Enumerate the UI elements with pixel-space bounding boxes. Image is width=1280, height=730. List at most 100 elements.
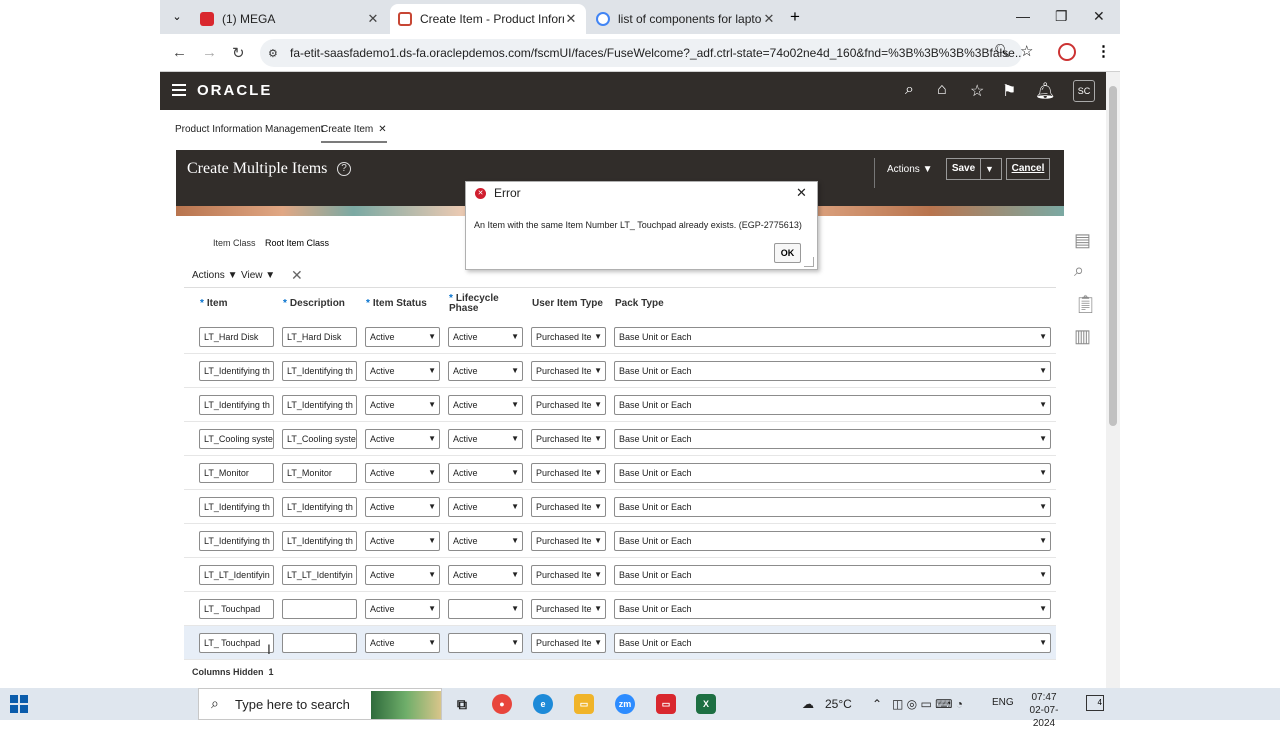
description-field[interactable]: LT_Cooling syste bbox=[282, 429, 357, 449]
pack-type-select[interactable]: Base Unit or Each bbox=[614, 497, 1051, 517]
item-status-select[interactable]: Active bbox=[365, 531, 440, 551]
user-item-type-select[interactable]: Purchased Ite bbox=[531, 395, 606, 415]
close-icon[interactable]: ✕ bbox=[366, 11, 380, 27]
item-field[interactable]: LT_LT_Identifyin bbox=[199, 565, 274, 585]
pack-type-select[interactable]: Base Unit or Each bbox=[614, 429, 1051, 449]
save-button[interactable]: Save ▼ bbox=[946, 158, 1002, 180]
table-row[interactable]: LT_LT_Identifyin LT_LT_Identifyin Active Ac… bbox=[184, 558, 1056, 592]
tab-mega[interactable]: (1) MEGA ✕ bbox=[192, 4, 388, 34]
item-status-select[interactable]: Active bbox=[365, 361, 440, 381]
user-item-type-select[interactable]: Purchased Ite bbox=[531, 531, 606, 551]
header-pack-type[interactable]: Pack Type bbox=[615, 299, 664, 309]
description-field[interactable] bbox=[282, 599, 357, 619]
hamburger-menu-icon[interactable] bbox=[172, 84, 186, 96]
item-field[interactable]: LT_Monitor bbox=[199, 463, 274, 483]
table-row[interactable]: LT_Identifying th LT_Identifying th Active… bbox=[184, 524, 1056, 558]
table-row[interactable]: LT_Identifying th LT_Identifying th Active… bbox=[184, 388, 1056, 422]
document-icon[interactable]: ▤ bbox=[1074, 230, 1091, 251]
item-status-select[interactable]: Active bbox=[365, 429, 440, 449]
excel-icon[interactable]: X bbox=[696, 694, 716, 714]
pack-type-select[interactable]: Base Unit or Each bbox=[614, 361, 1051, 381]
description-field[interactable]: LT_LT_Identifyin bbox=[282, 565, 357, 585]
item-field[interactable]: LT_Identifying th bbox=[199, 395, 274, 415]
pack-type-select[interactable]: Base Unit or Each bbox=[614, 565, 1051, 585]
crumb-pim[interactable]: Product Information Management bbox=[175, 124, 323, 135]
recorder-icon[interactable]: ▭ bbox=[656, 694, 676, 714]
table-row[interactable]: LT_ Touchpad Active Purchased Ite Base Unit… bbox=[184, 626, 1056, 660]
user-item-type-select[interactable]: Purchased Ite bbox=[531, 429, 606, 449]
user-item-type-select[interactable]: Purchased Ite bbox=[531, 497, 606, 517]
pack-type-select[interactable]: Base Unit or Each bbox=[614, 633, 1051, 653]
actions-menu-button[interactable]: Actions ▼ bbox=[887, 164, 932, 175]
window-close-icon[interactable]: ✕ bbox=[1093, 8, 1105, 25]
reload-icon[interactable]: ↻ bbox=[232, 44, 245, 62]
lifecycle-phase-select[interactable]: Active bbox=[448, 497, 523, 517]
scrollbar-thumb[interactable] bbox=[1109, 86, 1117, 426]
item-field[interactable]: LT_Identifying th bbox=[199, 531, 274, 551]
language[interactable]: ENG bbox=[992, 697, 1014, 708]
user-item-type-select[interactable]: Purchased Ite bbox=[531, 633, 606, 653]
close-icon[interactable]: ✕ bbox=[564, 11, 578, 27]
item-status-select[interactable]: Active bbox=[365, 599, 440, 619]
user-item-type-select[interactable]: Purchased Ite bbox=[531, 463, 606, 483]
tab-google[interactable]: list of components for laptop - ✕ bbox=[588, 4, 784, 34]
scrollbar[interactable] bbox=[1106, 72, 1120, 688]
header-description[interactable]: * Description bbox=[283, 299, 345, 309]
task-view-icon[interactable]: ⧉ bbox=[452, 694, 472, 714]
tab-create-item[interactable]: Create Item - Product Informati ✕ bbox=[390, 4, 586, 34]
zoom-app-icon[interactable]: zm bbox=[615, 694, 635, 714]
tab-search-icon[interactable]: ⌄ bbox=[168, 8, 186, 26]
description-field[interactable]: LT_Identifying th bbox=[282, 395, 357, 415]
lifecycle-phase-select[interactable]: Active bbox=[448, 429, 523, 449]
clipboard-icon[interactable]: 📋︎ bbox=[1074, 294, 1097, 315]
detach-close-icon[interactable]: ✕ bbox=[291, 267, 303, 284]
table-row[interactable]: LT_Monitor LT_Monitor Active Active Purchase… bbox=[184, 456, 1056, 490]
table-row[interactable]: LT_Cooling syste LT_Cooling syste Active Ac… bbox=[184, 422, 1056, 456]
site-settings-icon[interactable]: ⚙ bbox=[268, 47, 278, 60]
item-status-select[interactable]: Active bbox=[365, 327, 440, 347]
description-field[interactable] bbox=[282, 633, 357, 653]
close-icon[interactable]: ✕ bbox=[762, 11, 776, 27]
item-status-select[interactable]: Active bbox=[365, 463, 440, 483]
pack-type-select[interactable]: Base Unit or Each bbox=[614, 395, 1051, 415]
flag-icon[interactable]: ⚑ bbox=[1002, 81, 1016, 101]
description-field[interactable]: LT_Identifying th bbox=[282, 497, 357, 517]
browser-menu-icon[interactable]: ⋮ bbox=[1096, 42, 1111, 60]
lifecycle-phase-select[interactable]: Active bbox=[448, 531, 523, 551]
search-icon[interactable]: ⌕ bbox=[905, 81, 914, 99]
help-icon[interactable]: ? bbox=[337, 162, 351, 176]
item-field[interactable]: LT_Hard Disk bbox=[199, 327, 274, 347]
header-item[interactable]: * Item bbox=[200, 299, 227, 309]
avatar[interactable]: SC bbox=[1073, 80, 1095, 102]
lifecycle-phase-select[interactable]: Active bbox=[448, 361, 523, 381]
user-item-type-select[interactable]: Purchased Ite bbox=[531, 599, 606, 619]
table-row[interactable]: LT_Identifying th LT_Identifying th Active… bbox=[184, 354, 1056, 388]
restore-icon[interactable]: ❐ bbox=[1055, 8, 1068, 25]
pack-type-select[interactable]: Base Unit or Each bbox=[614, 463, 1051, 483]
new-tab-icon[interactable]: + bbox=[790, 8, 800, 26]
table-row[interactable]: LT_ Touchpad Active Purchased Ite Base Unit… bbox=[184, 592, 1056, 626]
table-actions-menu[interactable]: Actions ▼ bbox=[192, 270, 237, 281]
item-status-select[interactable]: Active bbox=[365, 497, 440, 517]
cancel-button[interactable]: Cancel bbox=[1006, 158, 1050, 180]
header-lifecycle-phase[interactable]: * Lifecycle Phase bbox=[449, 294, 499, 314]
file-explorer-icon[interactable]: ▭ bbox=[574, 694, 594, 714]
clock[interactable]: 07:47 02-07-2024 bbox=[1020, 691, 1068, 730]
lifecycle-phase-select[interactable]: Active bbox=[448, 395, 523, 415]
url-input[interactable]: fa-etit-saasfademo1.ds-fa.oraclepdemos.c… bbox=[260, 39, 1022, 67]
edge-icon[interactable]: e bbox=[533, 694, 553, 714]
resize-grip-icon[interactable] bbox=[804, 257, 814, 267]
header-user-item-type[interactable]: User Item Type bbox=[532, 299, 603, 309]
minimize-icon[interactable]: — bbox=[1016, 8, 1030, 24]
table-row[interactable]: LT_Hard Disk LT_Hard Disk Active Active Purc… bbox=[184, 320, 1056, 354]
item-field[interactable]: LT_Cooling syste bbox=[199, 429, 274, 449]
zoom-icon[interactable]: 🔍︎ bbox=[994, 43, 1011, 59]
pack-type-select[interactable]: Base Unit or Each bbox=[614, 531, 1051, 551]
favorites-star-icon[interactable]: ☆ bbox=[970, 81, 984, 101]
header-item-status[interactable]: * Item Status bbox=[366, 299, 427, 309]
lifecycle-phase-select[interactable]: Active bbox=[448, 565, 523, 585]
item-status-select[interactable]: Active bbox=[365, 633, 440, 653]
forward-icon[interactable]: → bbox=[202, 44, 217, 61]
description-field[interactable]: LT_Identifying th bbox=[282, 361, 357, 381]
windows-start-icon[interactable] bbox=[10, 695, 28, 713]
